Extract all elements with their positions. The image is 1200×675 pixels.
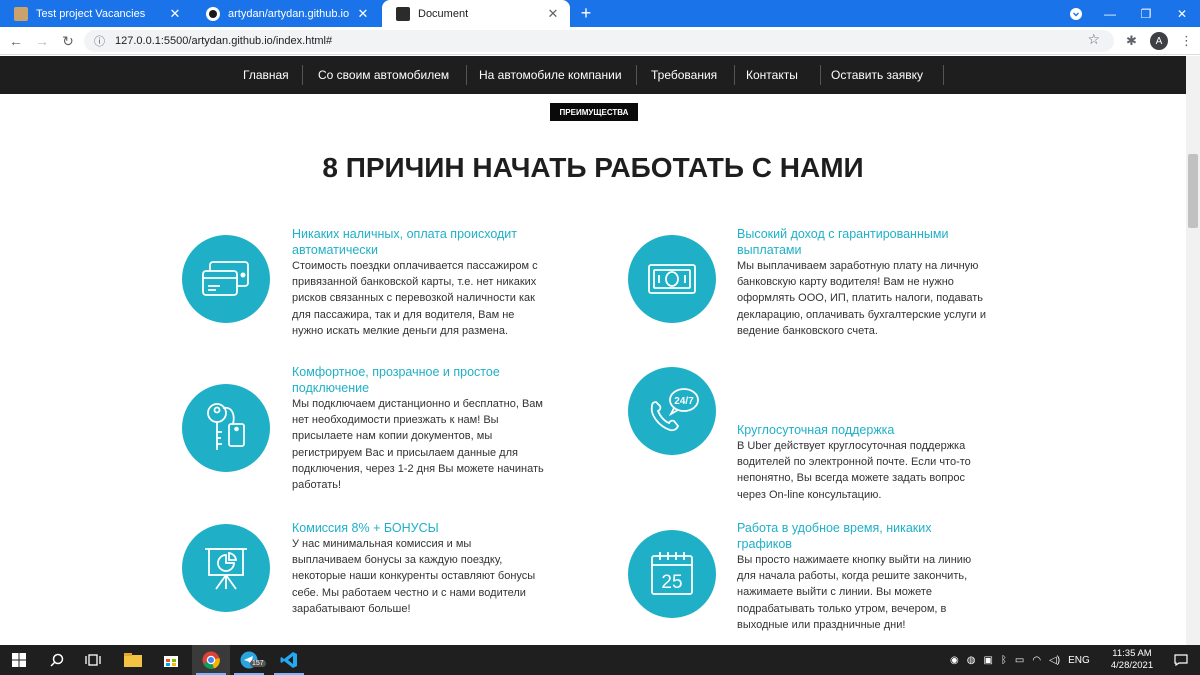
section-heading: 8 ПРИЧИН НАЧАТЬ РАБОТАТЬ С НАМИ	[322, 152, 864, 183]
nav-link-requirements[interactable]: Требования	[651, 56, 717, 94]
network-icon[interactable]: ◠	[1032, 655, 1041, 666]
back-icon[interactable]: ←	[6, 31, 26, 51]
app-tray-icon[interactable]: ▣	[983, 655, 992, 666]
address-bar[interactable]: ⓘ 127.0.0.1:5500/artydan.github.io/index…	[84, 30, 1114, 52]
clock-time: 11:35 AM	[1112, 648, 1152, 659]
nav-link-home[interactable]: Главная	[243, 56, 289, 94]
tab-label: Test project Vacancies	[36, 7, 146, 20]
nav-link-contacts[interactable]: Контакты	[746, 56, 798, 94]
tab-search-icon[interactable]	[1058, 0, 1094, 27]
nav-divider	[466, 65, 467, 85]
nav-divider	[636, 65, 637, 85]
feature-description: Мы выплачиваем заработную плату на личну…	[737, 260, 987, 337]
bookmark-star-icon[interactable]: ☆	[1087, 31, 1100, 48]
document-favicon-icon	[14, 6, 28, 21]
key-tag-icon	[182, 384, 270, 472]
feature-title: Круглосуточная поддержка	[737, 423, 895, 437]
feature-title: Работа в удобное время, никаких графиков	[737, 521, 932, 551]
nav-link-company-car[interactable]: На автомобиле компании	[479, 56, 622, 94]
feature-title: Высокий доход с гарантированными выплатам…	[737, 227, 949, 257]
bluetooth-icon[interactable]: ᛒ	[1001, 655, 1007, 666]
telegram-icon[interactable]: 157	[238, 650, 266, 670]
feature-title: Комиссия 8% + БОНУСЫ	[292, 521, 439, 535]
page-scrollbar[interactable]	[1186, 56, 1200, 645]
tab-test-project[interactable]: Test project Vacancies ✕	[0, 0, 192, 27]
forward-icon[interactable]: →	[32, 31, 52, 51]
vscode-icon[interactable]	[278, 650, 300, 670]
tab-github[interactable]: artydan/artydan.github.io ✕	[192, 0, 380, 27]
credit-card-icon	[182, 235, 270, 323]
volume-icon[interactable]: ◁)	[1049, 655, 1060, 666]
telegram-badge: 157	[250, 660, 266, 667]
calendar-icon: 25	[628, 530, 716, 618]
search-icon[interactable]	[46, 650, 68, 670]
reload-icon[interactable]: ↻	[58, 31, 78, 51]
close-icon[interactable]: ✕	[168, 6, 182, 22]
sync-tray-icon[interactable]: ◍	[967, 655, 976, 666]
site-info-icon[interactable]: ⓘ	[94, 33, 105, 49]
nav-link-apply[interactable]: Оставить заявку	[831, 56, 923, 94]
language-indicator[interactable]: ENG	[1068, 655, 1090, 666]
new-tab-icon[interactable]: +	[576, 3, 596, 24]
system-clock[interactable]: 11:35 AM 4/28/2021	[1108, 648, 1156, 672]
scrollbar-thumb[interactable]	[1188, 154, 1198, 228]
tab-label: Document	[418, 7, 469, 20]
tab-document[interactable]: Document ✕	[382, 0, 570, 27]
tab-label: artydan/artydan.github.io	[228, 7, 350, 20]
windows-taskbar: 157 ◉ ◍ ▣ ᛒ ▭ ◠ ◁) ENG 11:35 AM 4/28/202…	[0, 645, 1200, 675]
icon-text-24-7: 24/7	[674, 396, 694, 407]
chrome-icon[interactable]	[200, 650, 222, 670]
telegram-tray-icon[interactable]: ◉	[950, 655, 959, 666]
presentation-chart-icon	[182, 524, 270, 612]
feature-description: У нас минимальная комиссия и мы выплачива…	[292, 538, 536, 615]
file-explorer-icon[interactable]	[122, 650, 144, 670]
close-icon[interactable]: ✕	[546, 6, 560, 22]
menu-kebab-icon[interactable]: ⋮	[1180, 33, 1193, 49]
banknote-icon	[628, 235, 716, 323]
profile-avatar[interactable]: A	[1150, 32, 1168, 50]
feature-description: Вы просто нажимаете кнопку выйти на лини…	[737, 554, 972, 631]
phone-24-7-icon: 24/7	[628, 367, 716, 455]
minimize-icon[interactable]: —	[1092, 0, 1128, 27]
system-tray: ◉ ◍ ▣ ᛒ ▭ ◠ ◁) ENG	[950, 645, 1090, 675]
page-viewport: Главная Со своим автомобилем На автомоби…	[0, 56, 1186, 645]
feature-title: Никаких наличных, оплата происходит автом…	[292, 227, 517, 257]
extensions-icon[interactable]: ✱	[1126, 33, 1137, 49]
restore-icon[interactable]: ❐	[1128, 0, 1164, 27]
window-close-icon[interactable]: ✕	[1164, 0, 1200, 27]
url-text: 127.0.0.1:5500/artydan.github.io/index.h…	[115, 35, 333, 47]
browser-toolbar: ← → ↻ ⓘ 127.0.0.1:5500/artydan.github.io…	[0, 27, 1200, 55]
site-navbar: Главная Со своим автомобилем На автомоби…	[0, 56, 1186, 94]
battery-icon[interactable]: ▭	[1015, 655, 1024, 666]
feature-description: Стоимость поездки оплачивается пассажиро…	[292, 260, 538, 337]
github-icon	[206, 6, 220, 21]
nav-divider	[820, 65, 821, 85]
store-icon[interactable]	[160, 650, 182, 670]
nav-divider	[302, 65, 303, 85]
nav-divider	[734, 65, 735, 85]
windows-start-icon[interactable]	[8, 650, 30, 670]
nav-link-own-car[interactable]: Со своим автомобилем	[318, 56, 449, 94]
feature-description: Мы подключаем дистанционно и бесплатно, …	[292, 398, 544, 492]
icon-text-25: 25	[661, 572, 682, 593]
feature-description: В Uber действует круглосуточная поддержк…	[737, 440, 971, 501]
nav-divider	[943, 65, 944, 85]
browser-tab-strip: Test project Vacancies ✕ artydan/artydan…	[0, 0, 1200, 27]
task-view-icon[interactable]	[82, 650, 104, 670]
section-badge: ПРЕИМУЩЕСТВА	[550, 103, 638, 121]
notification-icon[interactable]	[1170, 650, 1192, 670]
close-icon[interactable]: ✕	[356, 6, 370, 22]
feature-title: Комфортное, прозрачное и простое подключе…	[292, 365, 500, 395]
clock-date: 4/28/2021	[1110, 660, 1154, 671]
vscode-favicon-icon	[396, 6, 410, 21]
